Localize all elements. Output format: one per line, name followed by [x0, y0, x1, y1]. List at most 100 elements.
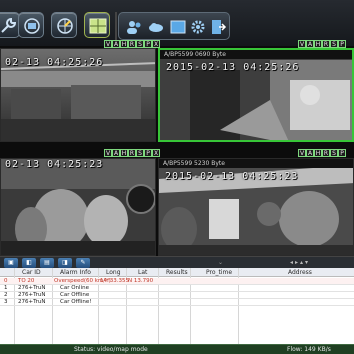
video-wall-button[interactable] [18, 12, 44, 38]
flag-v: V [298, 40, 306, 48]
flag-s: S [330, 40, 338, 48]
video-timestamp: 2015-02-13 04:25:26 [166, 62, 300, 73]
table-row[interactable]: 3 276+TruN Car Offline! [0, 299, 354, 306]
flag-v: V [298, 149, 306, 157]
flag-s: S [136, 40, 144, 48]
panel-button-5[interactable]: ✎ [76, 258, 90, 268]
video-wall-icon [24, 18, 40, 34]
table-row[interactable]: 1 276+TruN Car Online [0, 285, 354, 292]
alarm-table-header: Car ID Alarm Info Long Lat Results Pro_t… [0, 268, 354, 277]
app-window: 02-13 04:25:26 A/BP5599 0690 Byte 2015-0… [0, 0, 354, 354]
exit-icon[interactable] [209, 18, 227, 36]
row-index: 2 [4, 292, 8, 298]
row-long: 14°33.355 [100, 278, 129, 284]
row-alarm-info: Car Online [60, 285, 89, 291]
map-compass-icon [57, 18, 73, 34]
flag-r: R [322, 149, 330, 157]
flag-x: X [152, 40, 160, 48]
panel-icon-3: ▤ [44, 259, 50, 266]
wrench-icon [1, 17, 17, 33]
byte-counter: A/BP5599 5230 Byte [163, 160, 225, 167]
flag-h: H [314, 40, 322, 48]
flag-a: A [112, 149, 120, 157]
gear-icon[interactable] [189, 18, 207, 36]
row-car-id: TO 20 [18, 278, 35, 284]
users-icon[interactable] [125, 18, 143, 36]
status-bar: Status: video/map mode Flow: 149 KB/s [0, 344, 354, 354]
pane-flags-1: V A H R S P X [104, 40, 164, 49]
panel-icon-5: ✎ [80, 259, 86, 266]
pager-controls[interactable]: ◂▸▴▾ [290, 259, 320, 267]
byte-counter: A/BP5599 0690 Byte [164, 51, 226, 58]
pane-flags-2: V A H R S P [298, 40, 354, 49]
col-long[interactable]: Long [106, 268, 121, 277]
panel-button-3[interactable]: ▤ [40, 258, 54, 268]
flag-h: H [314, 149, 322, 157]
video-pane-2[interactable]: A/BP5599 0690 Byte 2015-02-13 04:25:26 [158, 48, 354, 142]
row-car-id: 276+TruN [18, 299, 46, 305]
grid-layout-icon [89, 18, 107, 34]
flag-p: P [338, 149, 346, 157]
video-pane-1[interactable]: 02-13 04:25:26 [0, 48, 156, 142]
flag-x: X [152, 149, 160, 157]
map-button[interactable] [51, 12, 77, 38]
panel-icon-1: ▣ [8, 259, 14, 266]
video-timestamp: 02-13 04:25:23 [5, 159, 104, 170]
panel-icon-2: ◧ [26, 259, 32, 266]
row-index: 1 [4, 285, 8, 291]
alarm-table: Car ID Alarm Info Long Lat Results Pro_t… [0, 268, 354, 344]
collapse-icon[interactable]: ⌄ [218, 260, 226, 266]
flag-h: H [120, 149, 128, 157]
panel-button-4[interactable]: ◨ [58, 258, 72, 268]
camera-view-3 [1, 159, 155, 255]
flag-r: R [322, 40, 330, 48]
pane-status-bar: A/BP5599 0690 Byte [160, 50, 352, 59]
flag-s: S [136, 149, 144, 157]
flag-a: A [306, 149, 314, 157]
panel-button-1[interactable]: ▣ [4, 258, 18, 268]
flow-rate: Flow: 149 KB/s [287, 346, 331, 353]
flag-r: R [128, 40, 136, 48]
row-index: 3 [4, 299, 8, 305]
row-index: 0 [4, 278, 8, 284]
toolbar-group [118, 12, 230, 40]
table-row[interactable]: 2 276+TruN Car Offline [0, 292, 354, 299]
row-alarm-info: Car Offline [60, 292, 90, 298]
flag-a: A [306, 40, 314, 48]
flag-p: P [338, 40, 346, 48]
col-lat[interactable]: Lat [138, 268, 147, 277]
alarm-panel-toolbar: ▣ ◧ ▤ ◨ ✎ ⌄ ◂▸▴▾ [0, 256, 354, 268]
window-icon[interactable] [169, 18, 187, 36]
flag-v: V [104, 40, 112, 48]
flag-s: S [330, 149, 338, 157]
video-pane-4[interactable]: A/BP5599 5230 Byte 2015-02-13 04:25:23 [158, 158, 354, 256]
panel-button-2[interactable]: ◧ [22, 258, 36, 268]
table-row[interactable]: 0 TO 20 Overspeed(60 km/h) 14°33.355 N 1… [0, 278, 354, 285]
flag-r: R [128, 149, 136, 157]
pane-flags-3: V A H R S P X [104, 149, 164, 158]
row-alarm-info: Car Offline! [60, 299, 92, 305]
video-timestamp: 02-13 04:25:26 [5, 57, 104, 68]
wrench-button[interactable] [0, 12, 20, 38]
row-car-id: 276+TruN [18, 292, 46, 298]
flag-v: V [104, 149, 112, 157]
col-results[interactable]: Results [166, 268, 188, 277]
cloud-icon[interactable] [147, 18, 165, 36]
flag-p: P [144, 149, 152, 157]
pane-status-bar: A/BP5599 5230 Byte [159, 159, 353, 168]
status-text: Status: video/map mode [74, 346, 148, 353]
toolbar-separator [115, 12, 117, 40]
col-pro-time[interactable]: Pro_time [206, 268, 232, 277]
col-car-id[interactable]: Car ID [22, 268, 41, 277]
video-pane-3[interactable]: 02-13 04:25:23 [0, 158, 156, 256]
video-grid: 02-13 04:25:26 A/BP5599 0690 Byte 2015-0… [0, 40, 354, 256]
flag-h: H [120, 40, 128, 48]
col-address[interactable]: Address [288, 268, 312, 277]
panel-icon-4: ◨ [62, 259, 68, 266]
flag-a: A [112, 40, 120, 48]
col-alarm-info[interactable]: Alarm Info [60, 268, 91, 277]
video-timestamp: 2015-02-13 04:25:23 [165, 171, 299, 182]
row-lat: N 13.790 [128, 278, 154, 284]
grid-layout-button[interactable] [84, 12, 110, 38]
flag-p: P [144, 40, 152, 48]
